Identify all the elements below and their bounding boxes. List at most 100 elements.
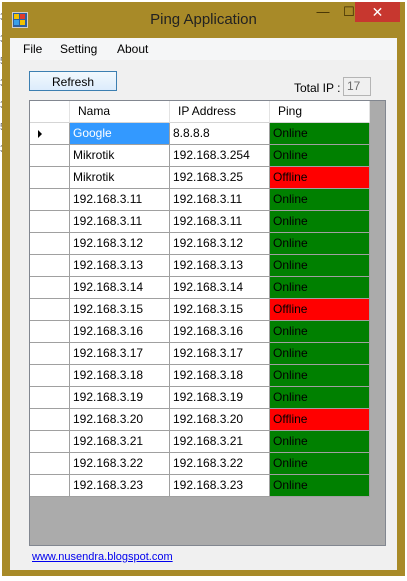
table-row[interactable]: 192.168.3.18 192.168.3.18 Online bbox=[30, 365, 371, 387]
footer-link[interactable]: www.nusendra.blogspot.com bbox=[32, 551, 173, 563]
cell-nama[interactable]: Mikrotik bbox=[70, 167, 170, 189]
title-bar[interactable]: Ping Application — ☐ ✕ bbox=[2, 2, 405, 38]
cell-ping-status[interactable]: Online bbox=[270, 211, 370, 233]
cell-ip-address[interactable]: 192.168.3.11 bbox=[170, 211, 270, 233]
cell-nama[interactable]: Mikrotik bbox=[70, 145, 170, 167]
row-header[interactable] bbox=[30, 321, 70, 343]
cell-ip-address[interactable]: 192.168.3.19 bbox=[170, 387, 270, 409]
cell-ping-status[interactable]: Online bbox=[270, 233, 370, 255]
cell-ping-status[interactable]: Online bbox=[270, 145, 370, 167]
row-header[interactable] bbox=[30, 453, 70, 475]
cell-ip-address[interactable]: 192.168.3.14 bbox=[170, 277, 270, 299]
cell-ping-status[interactable]: Online bbox=[270, 189, 370, 211]
cell-nama[interactable]: 192.168.3.23 bbox=[70, 475, 170, 497]
table-row[interactable]: 192.168.3.12 192.168.3.12 Online bbox=[30, 233, 371, 255]
column-header-ping[interactable]: Ping bbox=[270, 101, 370, 123]
cell-ping-status[interactable]: Offline bbox=[270, 299, 370, 321]
row-header[interactable] bbox=[30, 123, 70, 145]
cell-ip-address[interactable]: 192.168.3.18 bbox=[170, 365, 270, 387]
refresh-button[interactable]: Refresh bbox=[29, 71, 117, 91]
cell-nama[interactable]: 192.168.3.19 bbox=[70, 387, 170, 409]
table-row[interactable]: 192.168.3.13 192.168.3.13 Online bbox=[30, 255, 371, 277]
cell-nama[interactable]: 192.168.3.21 bbox=[70, 431, 170, 453]
cell-nama[interactable]: 192.168.3.15 bbox=[70, 299, 170, 321]
menu-file[interactable]: File bbox=[23, 42, 42, 56]
menu-setting[interactable]: Setting bbox=[60, 42, 97, 56]
table-row[interactable]: 192.168.3.17 192.168.3.17 Online bbox=[30, 343, 371, 365]
table-row[interactable]: 192.168.3.23 192.168.3.23 Online bbox=[30, 475, 371, 497]
cell-ping-status[interactable]: Online bbox=[270, 387, 370, 409]
cell-nama[interactable]: 192.168.3.11 bbox=[70, 211, 170, 233]
row-header-corner[interactable] bbox=[30, 101, 70, 123]
table-row[interactable]: 192.168.3.14 192.168.3.14 Online bbox=[30, 277, 371, 299]
cell-ping-status[interactable]: Online bbox=[270, 123, 370, 145]
row-header[interactable] bbox=[30, 409, 70, 431]
cell-ping-status[interactable]: Online bbox=[270, 277, 370, 299]
close-button[interactable]: ✕ bbox=[355, 2, 400, 22]
row-header[interactable] bbox=[30, 167, 70, 189]
cell-nama[interactable]: 192.168.3.22 bbox=[70, 453, 170, 475]
row-header[interactable] bbox=[30, 387, 70, 409]
row-header[interactable] bbox=[30, 299, 70, 321]
minimize-button[interactable]: — bbox=[310, 2, 336, 22]
cell-ip-address[interactable]: 192.168.3.22 bbox=[170, 453, 270, 475]
table-row[interactable]: Mikrotik 192.168.3.254 Online bbox=[30, 145, 371, 167]
cell-ping-status[interactable]: Online bbox=[270, 475, 370, 497]
total-ip-label: Total IP : bbox=[294, 81, 341, 95]
row-header[interactable] bbox=[30, 255, 70, 277]
cell-nama[interactable]: 192.168.3.20 bbox=[70, 409, 170, 431]
cell-nama[interactable]: 192.168.3.18 bbox=[70, 365, 170, 387]
row-header[interactable] bbox=[30, 365, 70, 387]
menu-about[interactable]: About bbox=[117, 42, 148, 56]
total-ip-field[interactable]: 17 bbox=[343, 77, 371, 96]
cell-ip-address[interactable]: 192.168.3.15 bbox=[170, 299, 270, 321]
table-row[interactable]: 192.168.3.11 192.168.3.11 Online bbox=[30, 211, 371, 233]
row-header[interactable] bbox=[30, 233, 70, 255]
row-header[interactable] bbox=[30, 189, 70, 211]
table-row[interactable]: 192.168.3.16 192.168.3.16 Online bbox=[30, 321, 371, 343]
row-header[interactable] bbox=[30, 343, 70, 365]
cell-ip-address[interactable]: 8.8.8.8 bbox=[170, 123, 270, 145]
cell-ip-address[interactable]: 192.168.3.17 bbox=[170, 343, 270, 365]
table-row[interactable]: 192.168.3.19 192.168.3.19 Online bbox=[30, 387, 371, 409]
cell-nama[interactable]: 192.168.3.13 bbox=[70, 255, 170, 277]
cell-ip-address[interactable]: 192.168.3.254 bbox=[170, 145, 270, 167]
cell-nama[interactable]: 192.168.3.12 bbox=[70, 233, 170, 255]
cell-nama[interactable]: Google bbox=[70, 123, 170, 145]
cell-ip-address[interactable]: 192.168.3.16 bbox=[170, 321, 270, 343]
cell-ip-address[interactable]: 192.168.3.25 bbox=[170, 167, 270, 189]
row-header[interactable] bbox=[30, 277, 70, 299]
row-header[interactable] bbox=[30, 475, 70, 497]
cell-nama[interactable]: 192.168.3.17 bbox=[70, 343, 170, 365]
row-header[interactable] bbox=[30, 145, 70, 167]
column-header-ip-address[interactable]: IP Address bbox=[170, 101, 270, 123]
table-row[interactable]: Mikrotik 192.168.3.25 Offline bbox=[30, 167, 371, 189]
cell-ip-address[interactable]: 192.168.3.23 bbox=[170, 475, 270, 497]
cell-ping-status[interactable]: Offline bbox=[270, 167, 370, 189]
cell-ip-address[interactable]: 192.168.3.20 bbox=[170, 409, 270, 431]
cell-ping-status[interactable]: Online bbox=[270, 255, 370, 277]
cell-ping-status[interactable]: Online bbox=[270, 453, 370, 475]
cell-ping-status[interactable]: Online bbox=[270, 365, 370, 387]
table-row[interactable]: 192.168.3.11 192.168.3.11 Online bbox=[30, 189, 371, 211]
table-row[interactable]: 192.168.3.20 192.168.3.20 Offline bbox=[30, 409, 371, 431]
cell-ping-status[interactable]: Offline bbox=[270, 409, 370, 431]
cell-ip-address[interactable]: 192.168.3.12 bbox=[170, 233, 270, 255]
cell-nama[interactable]: 192.168.3.11 bbox=[70, 189, 170, 211]
row-header[interactable] bbox=[30, 211, 70, 233]
table-row[interactable]: 192.168.3.15 192.168.3.15 Offline bbox=[30, 299, 371, 321]
table-row[interactable]: 192.168.3.21 192.168.3.21 Online bbox=[30, 431, 371, 453]
table-row[interactable]: 192.168.3.22 192.168.3.22 Online bbox=[30, 453, 371, 475]
column-header-nama[interactable]: Nama bbox=[70, 101, 170, 123]
cell-nama[interactable]: 192.168.3.14 bbox=[70, 277, 170, 299]
row-header[interactable] bbox=[30, 431, 70, 453]
cell-ping-status[interactable]: Online bbox=[270, 321, 370, 343]
cell-ping-status[interactable]: Online bbox=[270, 343, 370, 365]
cell-ip-address[interactable]: 192.168.3.13 bbox=[170, 255, 270, 277]
ping-grid[interactable]: Nama IP Address Ping Google 8.8.8.8 Online… bbox=[29, 100, 386, 546]
cell-ping-status[interactable]: Online bbox=[270, 431, 370, 453]
cell-ip-address[interactable]: 192.168.3.11 bbox=[170, 189, 270, 211]
cell-nama[interactable]: 192.168.3.16 bbox=[70, 321, 170, 343]
table-row[interactable]: Google 8.8.8.8 Online bbox=[30, 123, 371, 145]
cell-ip-address[interactable]: 192.168.3.21 bbox=[170, 431, 270, 453]
